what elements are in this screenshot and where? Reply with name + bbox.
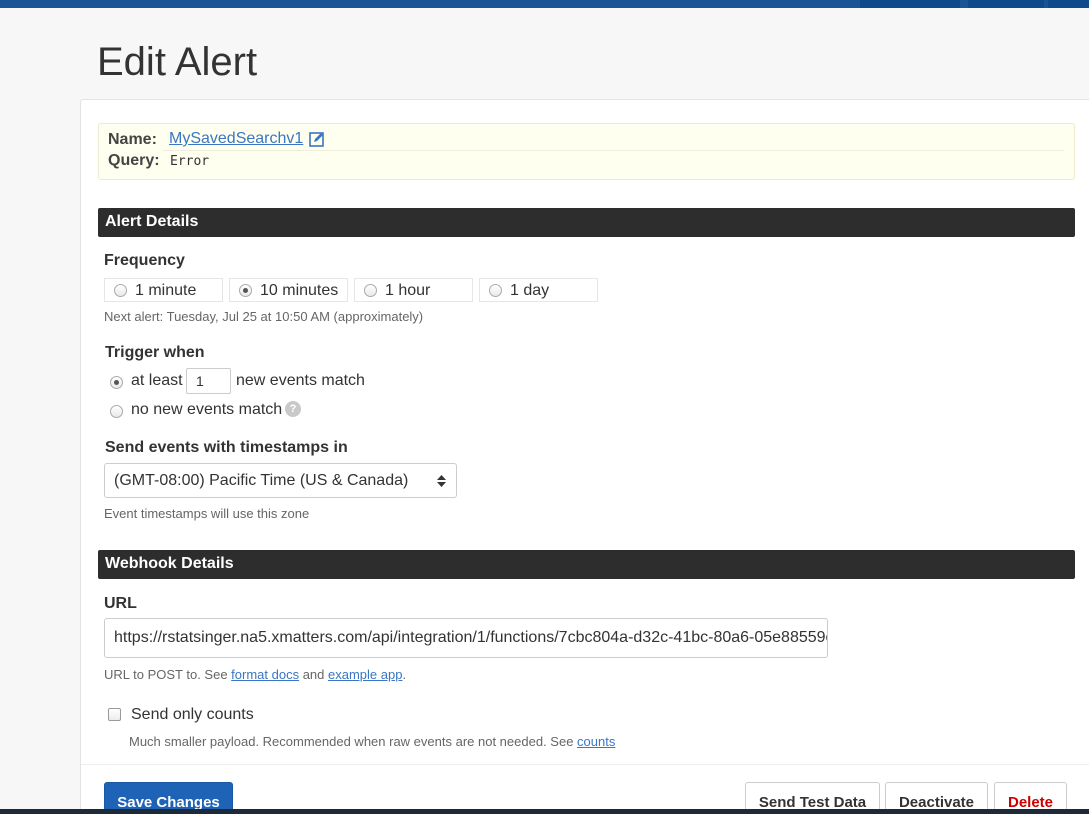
frequency-option-1-hour[interactable]: 1 hour [354, 278, 473, 302]
question-icon[interactable]: ? [285, 401, 301, 417]
bottom-taskbar [0, 809, 1089, 814]
frequency-label: Frequency [104, 252, 185, 269]
radio-button[interactable] [364, 284, 377, 297]
frequency-option-1-day[interactable]: 1 day [479, 278, 598, 302]
timezone-select[interactable]: (GMT-08:00) Pacific Time (US & Canada) [104, 463, 457, 498]
next-alert-text: Next alert: Tuesday, Jul 25 at 10:50 AM … [104, 309, 424, 324]
new-events-match-label: new events match [236, 372, 365, 389]
page-title: Edit Alert [97, 40, 258, 84]
send-only-counts-label: Send only counts [131, 706, 254, 723]
frequency-option-label: 1 hour [385, 282, 431, 299]
send-only-counts-checkbox[interactable] [108, 708, 121, 721]
send-counts-help-prefix: Much smaller payload. Recommended when r… [129, 734, 578, 749]
counts-link[interactable]: counts [577, 734, 615, 749]
select-arrows-icon [437, 475, 446, 487]
frequency-option-label: 10 minutes [260, 282, 339, 299]
frequency-option-10-minutes[interactable]: 10 minutes [229, 278, 348, 302]
top-nav-bar [0, 0, 1089, 8]
frequency-option-1-minute[interactable]: 1 minute [104, 278, 223, 302]
radio-button[interactable] [489, 284, 502, 297]
query-label: Query: [108, 152, 160, 169]
edit-icon[interactable] [309, 131, 325, 147]
frequency-option-label: 1 minute [135, 282, 197, 299]
name-label: Name: [108, 131, 157, 148]
url-help-text: URL to POST to. See format docs and exam… [104, 667, 406, 682]
url-help-prefix: URL to POST to. See [104, 667, 232, 682]
top-nav-segment [968, 0, 1044, 8]
radio-button[interactable] [114, 284, 127, 297]
example-app-link[interactable]: example app [328, 667, 402, 682]
format-docs-link[interactable]: format docs [231, 667, 299, 682]
radio-button-selected[interactable] [239, 284, 252, 297]
url-label: URL [104, 595, 137, 612]
no-new-events-label: no new events match [131, 401, 283, 418]
trigger-no-new-events-radio[interactable] [110, 405, 123, 418]
timezone-help-text: Event timestamps will use this zone [104, 506, 310, 521]
alert-details-header: Alert Details [98, 208, 1075, 237]
webhook-url-input[interactable]: https://rstatsinger.na5.xmatters.com/api… [104, 618, 828, 658]
saved-search-info: Name: MySavedSearchv1 Query: Error [98, 123, 1075, 180]
form-footer-divider [81, 764, 1089, 765]
query-value: Error [170, 154, 210, 169]
top-nav-segment [1048, 0, 1089, 8]
trigger-at-least-radio[interactable] [110, 376, 123, 389]
url-help-mid: and [299, 667, 329, 682]
top-nav-segment [860, 0, 960, 8]
frequency-option-label: 1 day [510, 282, 550, 299]
event-count-input[interactable] [186, 368, 231, 394]
trigger-when-label: Trigger when [105, 344, 205, 361]
webhook-details-header: Webhook Details [98, 550, 1075, 579]
url-help-suffix: . [402, 667, 407, 682]
at-least-label: at least [131, 372, 183, 389]
namebox-divider [163, 150, 1064, 151]
saved-search-name-link[interactable]: MySavedSearchv1 [169, 130, 303, 148]
send-counts-help-text: Much smaller payload. Recommended when r… [129, 734, 615, 749]
timezone-label: Send events with timestamps in [105, 439, 348, 456]
timezone-selected-value: (GMT-08:00) Pacific Time (US & Canada) [114, 472, 409, 489]
